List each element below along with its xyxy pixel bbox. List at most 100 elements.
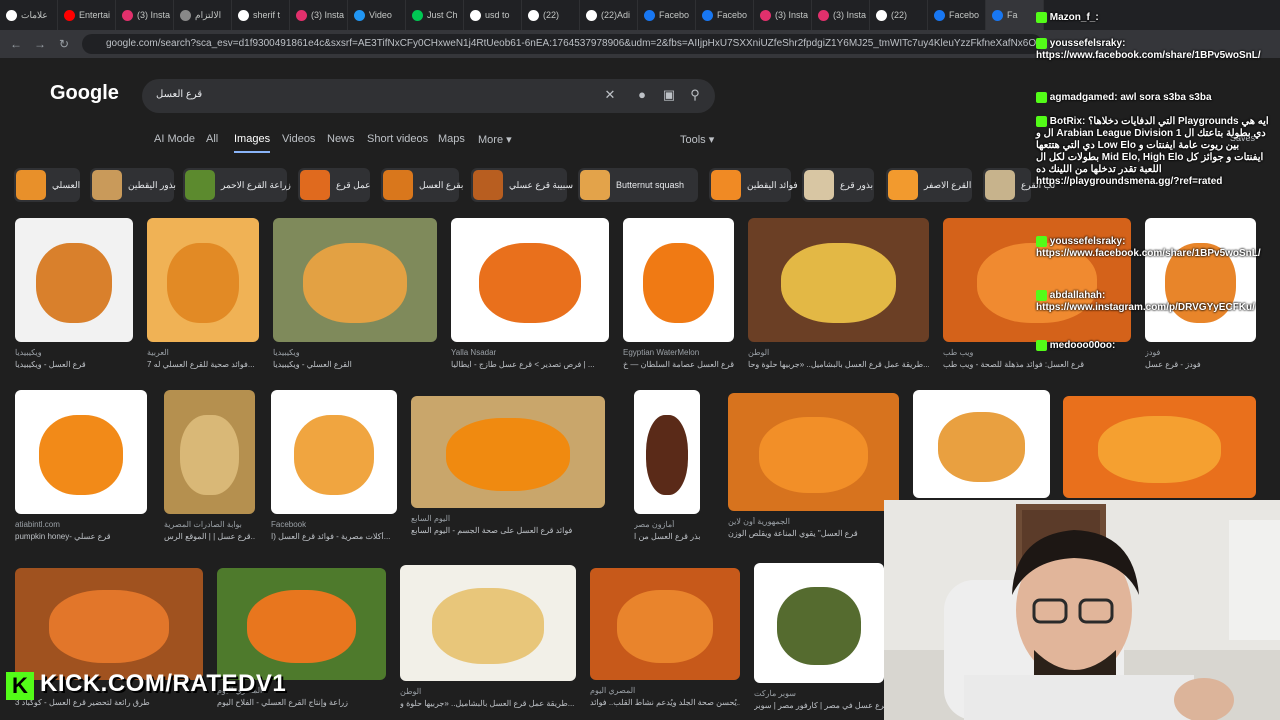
browser-tab[interactable]: علامات [0, 0, 58, 30]
browser-tab[interactable]: Entertai [58, 0, 116, 30]
result-source[interactable]: Yalla Nsadar [451, 348, 609, 357]
result-caption[interactable]: طريقة عمل قرع العسل بالبشاميل.. «جربيها … [400, 699, 576, 708]
result-source[interactable]: أمازون مصر [634, 520, 700, 529]
browser-tab[interactable]: Just Ch [406, 0, 464, 30]
filter-all[interactable]: All [206, 133, 218, 145]
image-result[interactable] [451, 218, 609, 342]
filter-videos[interactable]: Videos [282, 133, 315, 145]
address-bar[interactable]: google.com/search?sca_esv=d1f9300491861e… [82, 34, 1042, 54]
result-caption[interactable]: القرع العسلي - ويكيبيديا [273, 360, 437, 369]
related-chip[interactable]: العسلي [14, 168, 80, 202]
result-caption[interactable]: فوائد قرع العسل على صحة الجسم - اليوم ال… [411, 526, 605, 535]
result-source[interactable]: ويكيبيديا [273, 348, 437, 357]
result-caption[interactable]: 3 طرق رائعة لتحضير قرع العسل - كوكباد [15, 698, 203, 707]
google-logo[interactable]: Google [50, 82, 119, 105]
filter-news[interactable]: News [327, 133, 355, 145]
result-caption[interactable]: زيت بذر قرع العسل من ا... [634, 532, 700, 541]
image-result[interactable] [271, 390, 397, 514]
result-source[interactable]: المصري اليوم [590, 686, 740, 695]
browser-tab[interactable]: الالتزام [174, 0, 232, 30]
result-caption[interactable]: قرع العسل" يقوي المناعة ويقلص الوزن [728, 529, 899, 538]
result-caption[interactable]: أكلات مصرية - فوائد قرع العسل (ا... [271, 532, 397, 541]
result-source[interactable]: سوبر ماركت [754, 689, 884, 698]
browser-tab[interactable]: sherif t [232, 0, 290, 30]
image-result[interactable] [15, 568, 203, 680]
browser-tab[interactable]: (22)Adi [580, 0, 638, 30]
browser-tab[interactable]: (3) Insta [754, 0, 812, 30]
image-result[interactable] [147, 218, 259, 342]
forward-icon[interactable]: → [32, 36, 48, 52]
image-result[interactable] [590, 568, 740, 680]
clear-icon[interactable]: ✕ [601, 86, 619, 104]
result-source[interactable]: ويكيبيديا [15, 348, 133, 357]
image-result[interactable] [634, 390, 700, 514]
browser-tab[interactable]: Facebo [638, 0, 696, 30]
related-chip[interactable]: عمل قرع [298, 168, 371, 202]
related-chip[interactable]: سبيبة قرع عسلي [471, 168, 573, 202]
filter-short-videos[interactable]: Short videos [367, 133, 428, 145]
image-result[interactable] [623, 218, 734, 342]
browser-tab[interactable]: Video [348, 0, 406, 30]
filter-more[interactable]: More ▾ [478, 133, 512, 146]
browser-tab[interactable]: Facebo [696, 0, 754, 30]
related-chip[interactable]: بذور قرع [802, 168, 874, 202]
result-caption[interactable]: 7 فوائد صحية للقرع العسلي له... [147, 360, 259, 369]
result-source[interactable]: الوطن [748, 348, 929, 357]
result-source[interactable]: العربية [147, 348, 259, 357]
back-icon[interactable]: ← [8, 36, 24, 52]
related-chip[interactable]: بقرع العسل [381, 168, 463, 202]
related-chip[interactable]: فوائد اليقطين [709, 168, 798, 202]
result-caption[interactable]: قرع العسل عصامة السلطان — خ... [623, 360, 734, 369]
result-caption[interactable]: قرع العسل - ويكيبيديا [15, 360, 133, 369]
result-caption[interactable]: طريقة عمل قرع العسل بالبشاميل.. «جربيها … [748, 360, 929, 369]
mic-icon[interactable]: ● [633, 86, 651, 104]
image-result[interactable] [273, 218, 437, 342]
browser-tab[interactable]: (3) Insta [290, 0, 348, 30]
browser-tab[interactable]: (3) Insta [116, 0, 174, 30]
result-source[interactable]: بوابة الصادرات المصرية [164, 520, 255, 529]
reload-icon[interactable]: ↻ [56, 36, 72, 52]
search-input[interactable] [142, 79, 715, 113]
result-caption[interactable]: pumpkin honey- قرع عسلي [15, 532, 147, 541]
result-caption[interactable]: يُحسن صحة الجلد ويُدعم نشاط القلب.. فوائ… [590, 698, 740, 707]
browser-tab[interactable]: usd to [464, 0, 522, 30]
result-source[interactable]: Egyptian WaterMelon [623, 348, 734, 357]
result-source[interactable]: الوطن [400, 687, 576, 696]
image-result[interactable] [748, 218, 929, 342]
result-source[interactable]: الجمهورية أون لاين [728, 517, 899, 526]
browser-tab[interactable]: Facebo [928, 0, 986, 30]
result-caption[interactable]: زراعة وإنتاج القرع العسلي - الفلاح اليوم [217, 698, 386, 707]
image-result[interactable] [754, 563, 884, 683]
tools-button[interactable]: Tools ▾ [680, 133, 714, 146]
image-result[interactable] [411, 396, 605, 508]
result-caption[interactable]: قرع عسل | | الموقع الرس... [164, 532, 255, 541]
related-chip[interactable]: Butternut squash [578, 168, 698, 202]
filter-images[interactable]: Images [234, 133, 271, 153]
image-result[interactable] [15, 218, 133, 342]
related-chip[interactable]: القرع الاصفر [886, 168, 972, 202]
image-result[interactable] [400, 565, 576, 681]
filter-ai-mode[interactable]: AI Mode [154, 133, 195, 145]
image-result[interactable] [1063, 396, 1256, 498]
filter-maps[interactable]: Maps [438, 133, 465, 145]
image-result[interactable] [15, 390, 147, 514]
browser-tab[interactable]: (22) [870, 0, 928, 30]
image-result[interactable] [217, 568, 386, 680]
image-result[interactable] [913, 390, 1050, 498]
related-chip[interactable]: زراعة القرع الاحمر [183, 168, 291, 202]
image-result[interactable] [728, 393, 899, 511]
result-source[interactable]: Facebook [271, 520, 397, 529]
browser-tab[interactable]: (22) [522, 0, 580, 30]
result-caption[interactable]: فرص تصدير > قرع عسل طازج - ايطاليا | ... [451, 360, 609, 369]
result-caption[interactable]: فودز - قرع عسل [1145, 360, 1256, 369]
lens-icon[interactable]: ▣ [660, 86, 678, 104]
image-result[interactable] [164, 390, 255, 514]
related-chip[interactable]: لب القرع [983, 168, 1055, 202]
result-source[interactable]: اليوم السابع [411, 514, 605, 523]
result-source[interactable]: atiabintl.com [15, 520, 147, 529]
result-caption[interactable]: قرع العسل: فوائد مذهلة للصحة - ويب طب [943, 360, 1131, 369]
result-caption[interactable]: قرع عسل في مصر | كارفور مصر | سوبر... [754, 701, 884, 710]
browser-tab[interactable]: (3) Insta [812, 0, 870, 30]
related-chip[interactable]: بذور اليقطين [90, 168, 176, 202]
search-icon[interactable]: ⚲ [686, 86, 704, 104]
